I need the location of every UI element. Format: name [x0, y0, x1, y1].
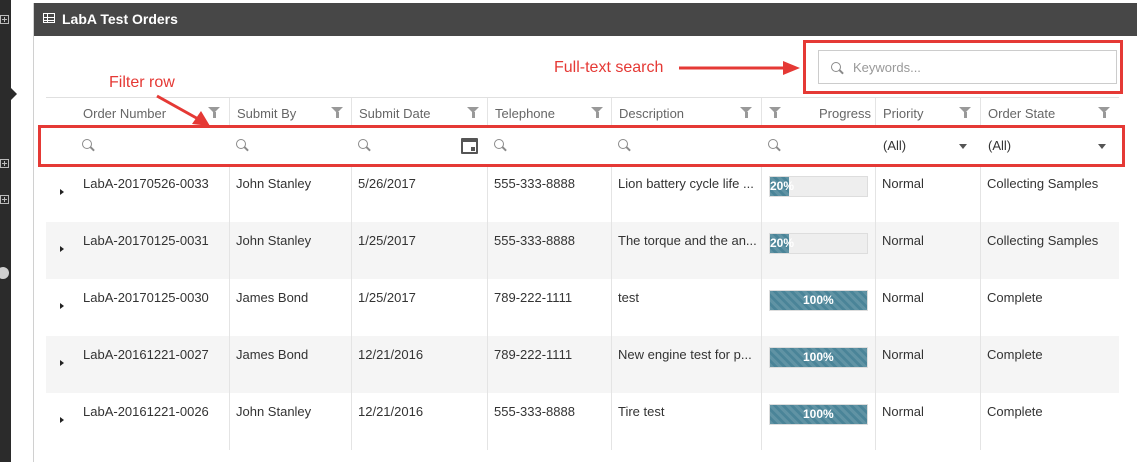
filter-arrow-line — [156, 94, 201, 122]
search-arrow-head — [783, 61, 800, 75]
annotation-arrows — [156, 61, 800, 126]
